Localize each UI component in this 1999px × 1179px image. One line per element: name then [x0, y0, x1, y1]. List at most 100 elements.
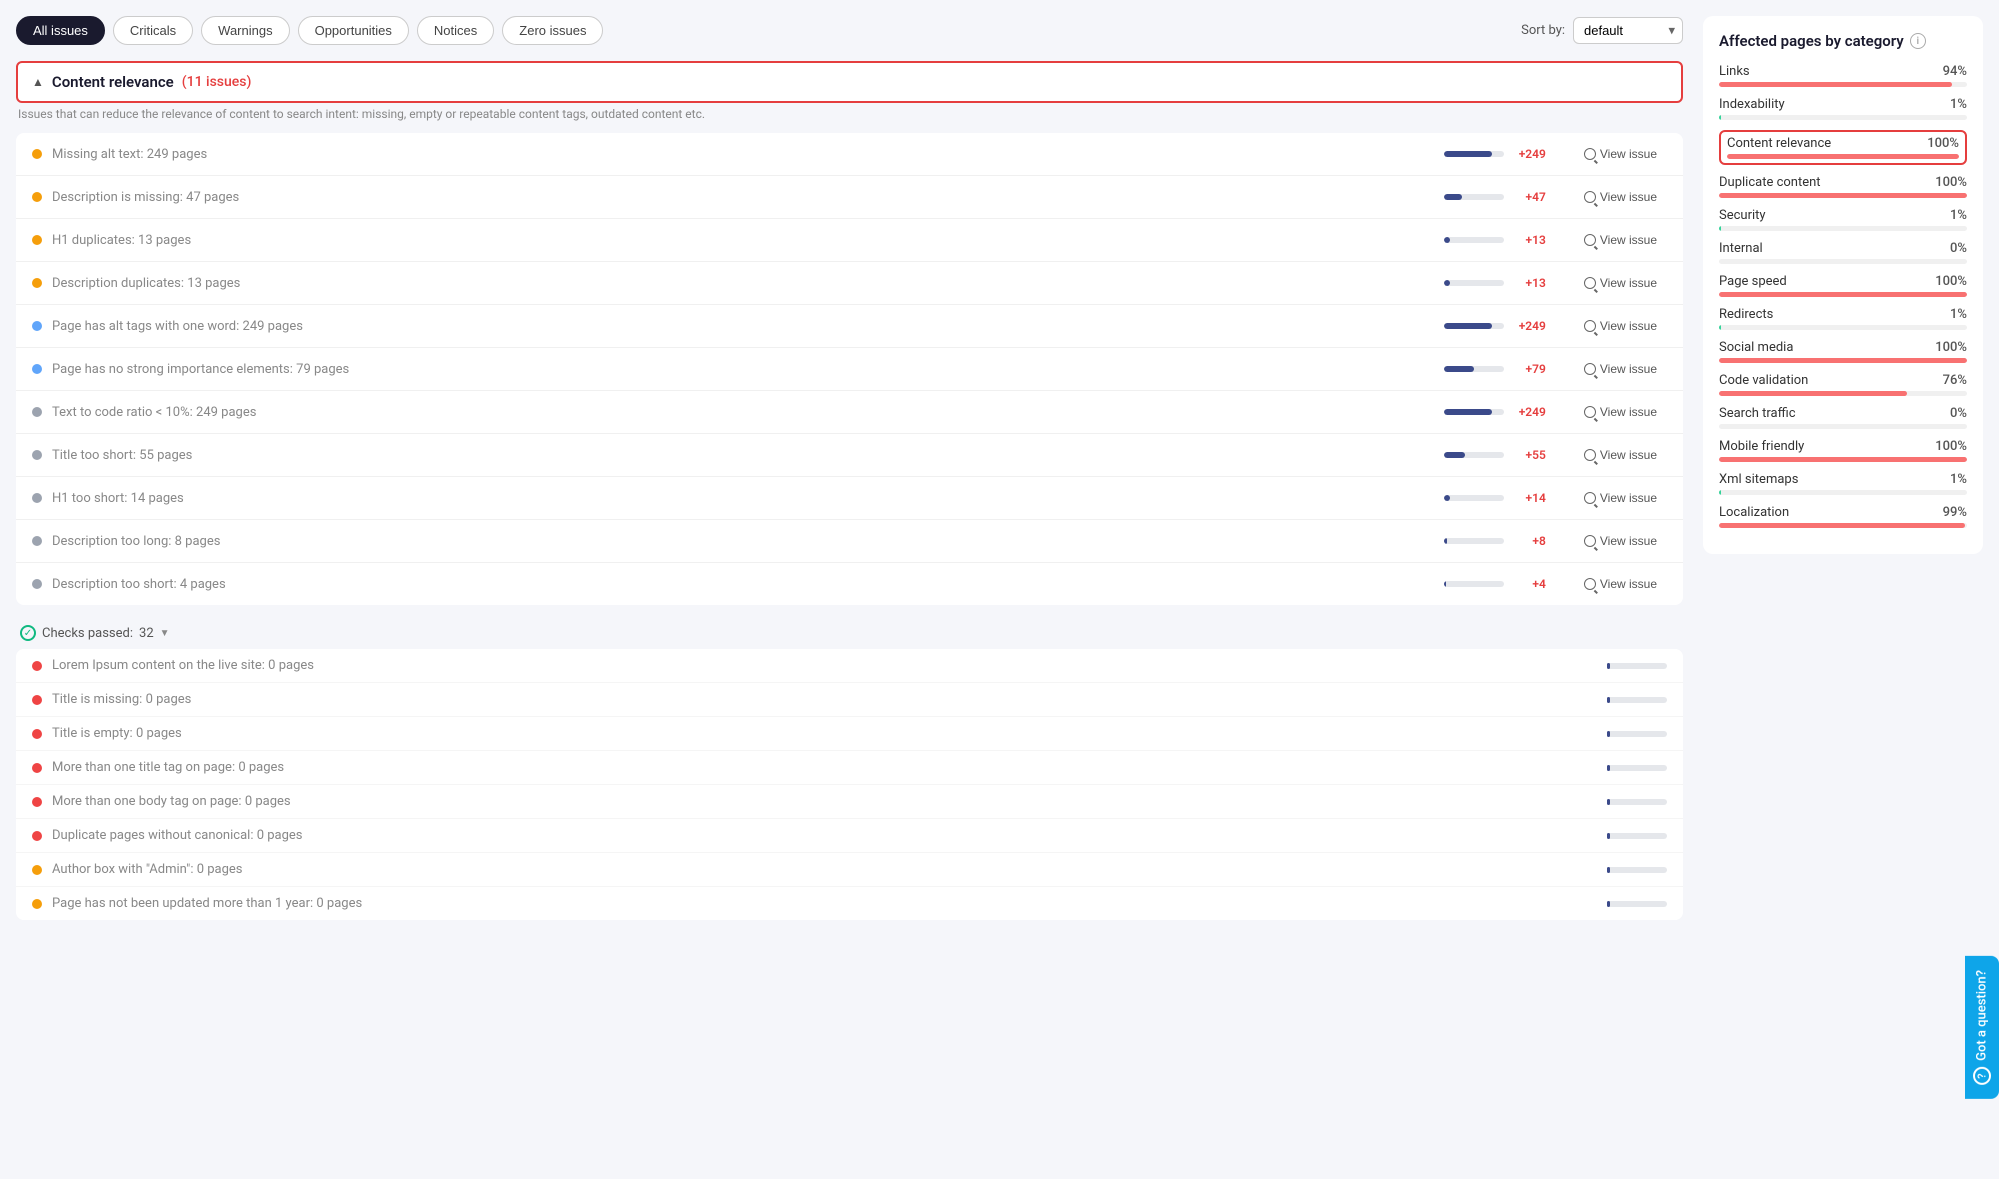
tab-zero-issues[interactable]: Zero issues: [502, 16, 603, 45]
category-name: Indexability: [1719, 97, 1785, 112]
view-issue-button[interactable]: View issue: [1574, 530, 1667, 552]
category-name: Links: [1719, 64, 1750, 79]
view-issue-button[interactable]: View issue: [1574, 444, 1667, 466]
table-row: Page has no strong importance elements: …: [16, 348, 1683, 391]
table-row: H1 too short: 14 pages +14 View issue: [16, 477, 1683, 520]
collapse-icon[interactable]: ▲: [32, 75, 44, 89]
help-label: Got a question?: [1975, 970, 1990, 1061]
table-row: Description too short: 4 pages +4 View i…: [16, 563, 1683, 605]
category-row: Localization 99%: [1719, 505, 1967, 528]
category-name: Mobile friendly: [1719, 439, 1804, 454]
sort-label: Sort by:: [1521, 23, 1565, 38]
issue-bar-area: [1607, 799, 1667, 805]
severity-dot: [32, 321, 42, 331]
view-issue-button[interactable]: View issue: [1574, 272, 1667, 294]
tab-all-issues[interactable]: All issues: [16, 16, 105, 45]
severity-dot: [32, 661, 42, 671]
category-name: Page speed: [1719, 274, 1787, 289]
severity-dot: [32, 235, 42, 245]
view-issue-button[interactable]: View issue: [1574, 186, 1667, 208]
severity-dot: [32, 831, 42, 841]
issue-count: +13: [1510, 233, 1546, 247]
filter-bar: All issues Criticals Warnings Opportunit…: [16, 16, 1683, 45]
search-icon: [1584, 492, 1596, 504]
issue-label: Author box with "Admin": 0 pages: [52, 862, 1597, 877]
view-issue-button[interactable]: View issue: [1574, 358, 1667, 380]
category-row: Search traffic 0%: [1719, 406, 1967, 429]
category-row: Redirects 1%: [1719, 307, 1967, 330]
category-name: Redirects: [1719, 307, 1773, 322]
sort-select[interactable]: default: [1573, 17, 1683, 44]
category-row: Code validation 76%: [1719, 373, 1967, 396]
table-row: Description duplicates: 13 pages +13 Vie…: [16, 262, 1683, 305]
table-row: Title too short: 55 pages +55 View issue: [16, 434, 1683, 477]
sidebar: Affected pages by category i Links 94% I…: [1703, 16, 1983, 1163]
severity-dot: [32, 899, 42, 909]
search-icon: [1584, 320, 1596, 332]
severity-dot: [32, 493, 42, 503]
table-row: Description is missing: 47 pages +47 Vie…: [16, 176, 1683, 219]
view-issue-button[interactable]: View issue: [1574, 573, 1667, 595]
view-issue-button[interactable]: View issue: [1574, 143, 1667, 165]
issue-bar-area: [1607, 765, 1667, 771]
issue-bar: [1444, 280, 1504, 286]
category-pct: 100%: [1935, 175, 1967, 190]
category-pct: 100%: [1927, 136, 1959, 151]
issue-label: Missing alt text: 249 pages: [52, 147, 1434, 162]
issue-bar: [1444, 366, 1504, 372]
severity-dot: [32, 278, 42, 288]
issue-count: +249: [1510, 319, 1546, 333]
passed-issue-list: Lorem Ipsum content on the live site: 0 …: [16, 649, 1683, 920]
severity-dot: [32, 407, 42, 417]
category-name: Localization: [1719, 505, 1789, 520]
tab-criticals[interactable]: Criticals: [113, 16, 193, 45]
check-circle-icon: ✓: [20, 625, 36, 641]
severity-dot: [32, 536, 42, 546]
search-icon: [1584, 578, 1596, 590]
search-icon: [1584, 535, 1596, 547]
filter-tabs: All issues Criticals Warnings Opportunit…: [16, 16, 603, 45]
view-issue-button[interactable]: View issue: [1574, 229, 1667, 251]
help-button[interactable]: ? Got a question?: [1965, 956, 1999, 1099]
table-row: Lorem Ipsum content on the live site: 0 …: [16, 649, 1683, 683]
issue-bar-area: [1607, 867, 1667, 873]
issue-count: +249: [1510, 147, 1546, 161]
table-row: More than one body tag on page: 0 pages: [16, 785, 1683, 819]
category-pct: 100%: [1935, 274, 1967, 289]
issue-label: Page has no strong importance elements: …: [52, 362, 1434, 377]
tab-warnings[interactable]: Warnings: [201, 16, 289, 45]
issue-bar-area: +79: [1444, 362, 1564, 376]
severity-dot: [32, 695, 42, 705]
category-name: Social media: [1719, 340, 1793, 355]
issue-bar-area: +249: [1444, 319, 1564, 333]
issue-bar-area: +249: [1444, 405, 1564, 419]
severity-dot: [32, 364, 42, 374]
section-count: (11 issues): [182, 74, 252, 90]
table-row: Page has not been updated more than 1 ye…: [16, 887, 1683, 920]
tab-notices[interactable]: Notices: [417, 16, 494, 45]
view-issue-button[interactable]: View issue: [1574, 401, 1667, 423]
category-row: Security 1%: [1719, 208, 1967, 231]
issue-bar-area: +14: [1444, 491, 1564, 505]
issue-count: +249: [1510, 405, 1546, 419]
view-issue-button[interactable]: View issue: [1574, 315, 1667, 337]
search-icon: [1584, 449, 1596, 461]
view-issue-button[interactable]: View issue: [1574, 487, 1667, 509]
issue-bar: [1444, 323, 1504, 329]
category-name: Duplicate content: [1719, 175, 1821, 190]
issue-label: Description is missing: 47 pages: [52, 190, 1434, 205]
issue-bar-area: [1607, 663, 1667, 669]
category-pct: 1%: [1950, 307, 1967, 322]
issue-label: More than one title tag on page: 0 pages: [52, 760, 1597, 775]
checks-passed[interactable]: ✓ Checks passed: 32 ▼: [16, 617, 1683, 649]
table-row: H1 duplicates: 13 pages +13 View issue: [16, 219, 1683, 262]
issue-label: Text to code ratio < 10%: 249 pages: [52, 405, 1434, 420]
category-pct: 99%: [1943, 505, 1967, 520]
issue-count: +8: [1510, 534, 1546, 548]
info-icon[interactable]: i: [1910, 33, 1926, 49]
tab-opportunities[interactable]: Opportunities: [298, 16, 409, 45]
issue-bar: [1444, 409, 1504, 415]
table-row: Title is missing: 0 pages: [16, 683, 1683, 717]
severity-dot: [32, 797, 42, 807]
issue-bar: [1444, 538, 1504, 544]
